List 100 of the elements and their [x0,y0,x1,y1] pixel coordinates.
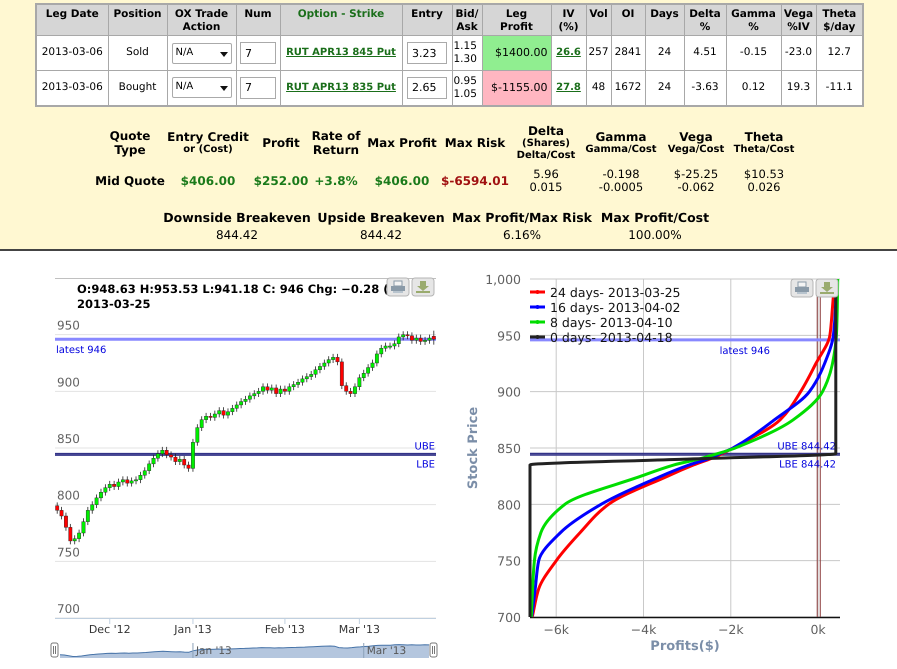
column-title: Quote Type [110,128,150,156]
action-dropdown[interactable]: N/A [172,42,232,64]
column-subtitle: Vega/Cost [668,144,724,156]
column-header: Days [645,4,684,36]
line-label: LBE [416,459,435,470]
leg-profit-cell: $1400.00 [482,36,551,70]
legend-label[interactable]: 24 days- 2013-03-25 [550,285,681,300]
metric-title: Max Profit/Max Risk [452,210,592,226]
axis-label: −6k [543,622,570,637]
range-handle[interactable] [50,642,58,658]
legend-swatch[interactable] [530,320,545,324]
axis-title: Profits($) [650,639,720,654]
legend-swatch[interactable] [530,290,545,294]
column-header: Num [236,4,280,36]
column-note: (Shares) [522,138,570,150]
table-cell: -23.0 [781,36,816,70]
leg-profit-cell: $-1155.00 [482,70,551,106]
date-label: 2013-03-25 [77,297,151,311]
column-subtitle: Gamma/Cost [585,144,657,156]
table-cell: -0.15 [726,36,781,70]
num-field[interactable]: 7 [240,76,276,99]
metric-title: Downside Breakeven [163,210,311,226]
metric-value: $10.53 [744,168,784,180]
metric-value: $406.00 [374,172,430,190]
column-header: Position [108,4,167,36]
print-button[interactable] [386,278,410,296]
table-cell: Bought [108,70,167,106]
column-header: Option - Strike [280,4,402,36]
legend-swatch[interactable] [530,305,545,309]
column-title: Max Profit [367,136,437,150]
axis-label: 700 [57,602,80,616]
printer-icon [795,282,809,294]
column-title: Max Risk [444,136,506,150]
table-cell: 12.7 [816,36,863,70]
table-cell: 0.12 [726,70,781,106]
column-title: Entry Credit [167,130,249,144]
column-header: OI [611,4,645,36]
metric-value: 844.42 [360,226,402,244]
entry-field[interactable]: 3.23 [407,42,447,64]
table-cell: 1672 [611,70,645,106]
legend-label[interactable]: 8 days- 2013-04-10 [550,315,673,330]
table-cell: 19.3 [781,70,816,106]
axis-label: 850 [497,441,521,456]
axis-label: 750 [497,554,521,569]
range-handle[interactable] [430,642,438,658]
table-cell: 24 [645,70,684,106]
metric-value: 5.96 [533,168,559,180]
column-title: Gamma [595,130,647,144]
table-cell: 24 [645,36,684,70]
axis-label: 950 [57,318,80,333]
download-icon [820,282,834,294]
column-title: Rate of Return [312,128,360,156]
column-subtitle: Theta/Cost [734,144,794,156]
axis-label: −4k [630,622,656,637]
bid-ask-cell: 1.15 1.30 [452,36,482,70]
metric-value: 0.015 [530,180,562,194]
table-cell: -11.1 [816,70,863,106]
axis-label: 950 [497,328,521,344]
metric-title: Upside Breakeven [317,210,445,226]
metric-value: -0.0005 [598,180,644,194]
caret-icon [220,86,228,92]
column-header: Leg Date [36,4,108,36]
metric-value: Mid Quote [95,172,165,190]
caret-icon [220,52,228,56]
metric-value: 100.00% [628,226,682,244]
line-label: UBE [414,441,435,452]
legend-label[interactable]: 0 days- 2013-04-18 [550,330,673,345]
table-cell: 2841 [611,36,645,70]
axis-label: Dec '12 [88,623,131,636]
column-subtitle: Delta/Cost [516,150,576,162]
download-icon [416,281,430,293]
axis-label: 900 [497,384,521,400]
column-subtitle: or (Cost) [183,144,233,156]
table-cell: Sold [108,36,167,70]
legend-label[interactable]: 16 days- 2013-04-02 [550,300,681,315]
axis-label: −2k [718,622,744,637]
bid-ask-cell: 0.95 1.05 [452,70,482,106]
axis-label: 850 [57,432,80,446]
column-header: IV (%) [551,4,586,36]
metric-value: $-6594.01 [441,172,509,190]
metric-value: +3.8% [314,172,358,190]
column-title: Vega [679,130,713,144]
axis-label: 800 [497,497,521,512]
table-cell: 2013-03-06 [36,70,108,106]
action-dropdown[interactable]: N/A [172,77,232,98]
legend-swatch[interactable] [530,335,545,339]
entry-field[interactable]: 2.65 [407,76,447,99]
print-button[interactable] [790,278,814,298]
column-title: Profit [262,136,300,150]
table-cell: 257 [586,36,611,70]
metric-value: 6.16% [502,226,542,244]
column-header: Bid/ Ask [452,4,482,36]
column-header: Leg Profit [482,4,551,36]
column-header: Delta % [684,4,726,36]
metric-value: -0.198 [602,168,640,180]
metric-value: 0.026 [748,180,780,194]
column-header: Vega %IV [781,4,816,36]
navigator-label: Mar '13 [366,645,406,657]
num-field[interactable]: 7 [240,42,276,64]
axis-label: 900 [57,375,80,390]
